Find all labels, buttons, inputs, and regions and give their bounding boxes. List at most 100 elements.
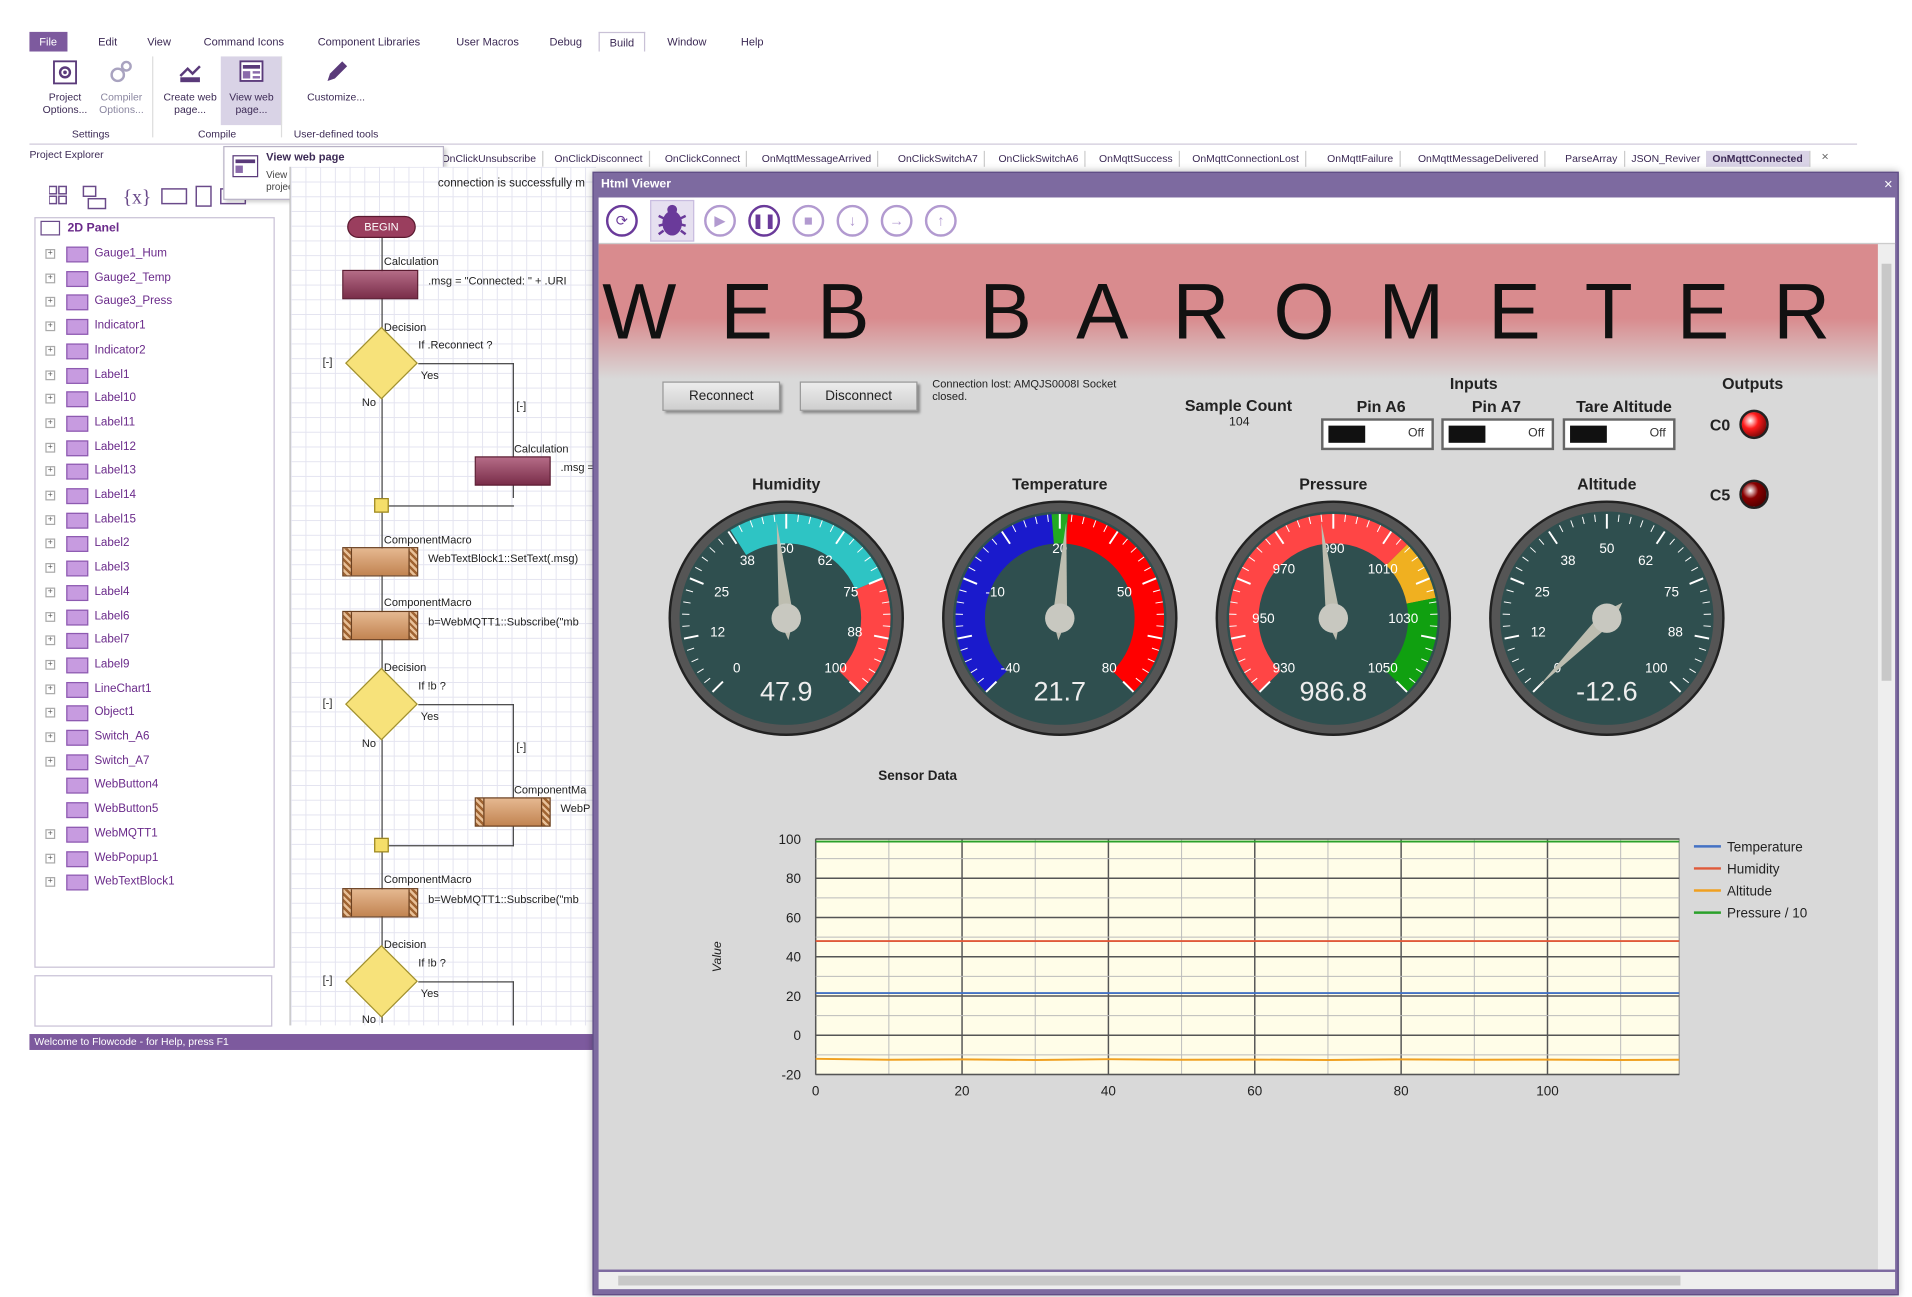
- view-web-page-button[interactable]: View web page...: [220, 56, 283, 126]
- tab-onclickdisconnect[interactable]: OnClickDisconnect: [548, 150, 650, 167]
- expand-icon[interactable]: +: [45, 611, 56, 622]
- dec1-branch-collapse[interactable]: [-]: [516, 400, 526, 412]
- step-out-icon[interactable]: ↑: [924, 204, 957, 237]
- calc2-block[interactable]: [474, 456, 551, 486]
- stop-icon[interactable]: ■: [792, 204, 825, 237]
- tree-item[interactable]: + WebPopup1: [36, 847, 269, 870]
- tab-onclickswitcha6[interactable]: OnClickSwitchA6: [992, 150, 1086, 167]
- tree-item[interactable]: + WebMQTT1: [36, 823, 269, 846]
- hscrollbar-thumb[interactable]: [618, 1275, 1681, 1286]
- begin-terminal[interactable]: BEGIN: [347, 215, 416, 238]
- tree-item[interactable]: + WebTextBlock1: [36, 871, 269, 894]
- flowchart-canvas[interactable]: connection is successfully m BEGIN Calcu…: [289, 166, 597, 1026]
- menu-component-libraries[interactable]: Component Libraries: [308, 32, 430, 52]
- step-over-icon[interactable]: →: [880, 204, 913, 237]
- tree-item[interactable]: + Label7: [36, 629, 269, 652]
- menu-window[interactable]: Window: [657, 32, 716, 52]
- menu-edit[interactable]: Edit: [88, 32, 127, 52]
- menu-user-macros[interactable]: User Macros: [446, 32, 528, 52]
- expand-icon[interactable]: +: [45, 538, 56, 549]
- expand-icon[interactable]: +: [45, 853, 56, 863]
- macro4-block[interactable]: [342, 888, 419, 918]
- expand-icon[interactable]: +: [45, 708, 56, 718]
- tab-onmqttsuccess[interactable]: OnMqttSuccess: [1093, 150, 1180, 167]
- tree-item[interactable]: + Label2: [36, 533, 269, 556]
- expand-icon[interactable]: +: [45, 683, 56, 694]
- play-icon[interactable]: ▶: [704, 204, 736, 237]
- expand-icon[interactable]: +: [45, 877, 56, 888]
- dec2-branch-collapse[interactable]: [-]: [516, 741, 526, 753]
- tab-onmqttmessagearrived[interactable]: OnMqttMessageArrived: [756, 150, 879, 167]
- expand-icon[interactable]: +: [45, 756, 56, 767]
- expand-icon[interactable]: +: [45, 587, 56, 598]
- pause-icon[interactable]: ❚❚: [748, 204, 781, 237]
- tree-item[interactable]: + Label13: [36, 460, 269, 483]
- menu-debug[interactable]: Debug: [540, 32, 592, 52]
- menu-build[interactable]: Build: [598, 31, 646, 52]
- macro2-block[interactable]: [342, 610, 419, 641]
- tree-root[interactable]: 2D Panel: [40, 220, 119, 243]
- disconnect-button[interactable]: Disconnect: [799, 381, 918, 411]
- tree-item[interactable]: + Label14: [36, 485, 269, 508]
- menu-file[interactable]: File: [29, 31, 67, 52]
- expand-icon[interactable]: +: [45, 514, 56, 525]
- tab-parsearray[interactable]: ParseArray: [1559, 150, 1625, 167]
- macro1-block[interactable]: [342, 547, 419, 577]
- tree-item[interactable]: + Label6: [36, 605, 269, 628]
- tree-item[interactable]: + Object1: [36, 702, 269, 725]
- close-tab-icon[interactable]: ×: [1822, 151, 1829, 164]
- tree-item[interactable]: + LineChart1: [36, 678, 269, 701]
- dec2-diamond[interactable]: [345, 667, 418, 741]
- tree-item[interactable]: + Gauge2_Temp: [36, 267, 269, 290]
- tree-item[interactable]: + Label10: [36, 388, 269, 411]
- dec3-collapse[interactable]: [-]: [323, 974, 333, 986]
- close-icon[interactable]: ×: [1884, 175, 1893, 192]
- menu-command-icons[interactable]: Command Icons: [194, 32, 294, 52]
- menu-view[interactable]: View: [137, 32, 180, 52]
- tree-item[interactable]: + Switch_A6: [36, 726, 269, 749]
- tab-onmqttconnected[interactable]: OnMqttConnected: [1706, 150, 1811, 167]
- tree-item[interactable]: + Label15: [36, 509, 269, 532]
- expand-icon[interactable]: +: [45, 369, 56, 380]
- expand-icon[interactable]: +: [45, 442, 56, 453]
- switch-tare-altitude[interactable]: Off: [1562, 418, 1676, 451]
- expand-icon[interactable]: +: [45, 248, 56, 259]
- refresh-icon[interactable]: ⟳: [605, 204, 638, 237]
- tab-onmqttconnectionlost[interactable]: OnMqttConnectionLost: [1186, 150, 1307, 167]
- tab-onclickswitcha7[interactable]: OnClickSwitchA7: [892, 150, 986, 167]
- expand-icon[interactable]: +: [45, 635, 56, 646]
- macro3-block[interactable]: [474, 797, 551, 827]
- customize-button[interactable]: Customize...: [302, 56, 371, 125]
- create-web-page-button[interactable]: Create web page...: [159, 56, 220, 125]
- tree-item[interactable]: + Label3: [36, 557, 269, 580]
- dec3-diamond[interactable]: [345, 944, 418, 1018]
- tree-item[interactable]: + Label9: [36, 654, 269, 677]
- switch-pin-a7[interactable]: Off: [1441, 418, 1555, 451]
- expand-icon[interactable]: +: [45, 732, 56, 743]
- expand-icon[interactable]: +: [45, 490, 56, 501]
- reconnect-button[interactable]: Reconnect: [662, 381, 781, 411]
- expand-icon[interactable]: +: [45, 563, 56, 573]
- debug-button[interactable]: [650, 199, 695, 242]
- expand-icon[interactable]: +: [45, 466, 56, 477]
- tab-onmqttmessagedelivered[interactable]: OnMqttMessageDelivered: [1412, 150, 1546, 167]
- tab-onclickconnect[interactable]: OnClickConnect: [659, 150, 748, 167]
- step-into-icon[interactable]: ↓: [836, 204, 869, 237]
- project-options-button[interactable]: Project Options...: [34, 56, 95, 125]
- tree-item[interactable]: + Switch_A7: [36, 750, 269, 773]
- compiler-options-button[interactable]: Compiler Options...: [91, 56, 152, 125]
- dec2-collapse[interactable]: [-]: [323, 697, 333, 709]
- expand-icon[interactable]: +: [45, 828, 56, 839]
- tab-onclickunsubscribe[interactable]: OnClickUnsubscribe: [435, 150, 544, 167]
- tree-item[interactable]: + Label11: [36, 412, 269, 435]
- vertical-scrollbar[interactable]: [1877, 244, 1896, 1270]
- tree-item[interactable]: + Label1: [36, 364, 269, 387]
- expand-icon[interactable]: +: [45, 345, 56, 356]
- expand-icon[interactable]: +: [45, 393, 56, 404]
- switch-pin-a6[interactable]: Off: [1321, 418, 1434, 451]
- dec1-diamond[interactable]: [345, 326, 418, 400]
- tree-item[interactable]: + Gauge3_Press: [36, 291, 269, 314]
- horizontal-scrollbar[interactable]: [598, 1271, 1896, 1290]
- expand-icon[interactable]: +: [45, 321, 56, 332]
- tab-json-reviver[interactable]: JSON_Reviver: [1625, 150, 1708, 167]
